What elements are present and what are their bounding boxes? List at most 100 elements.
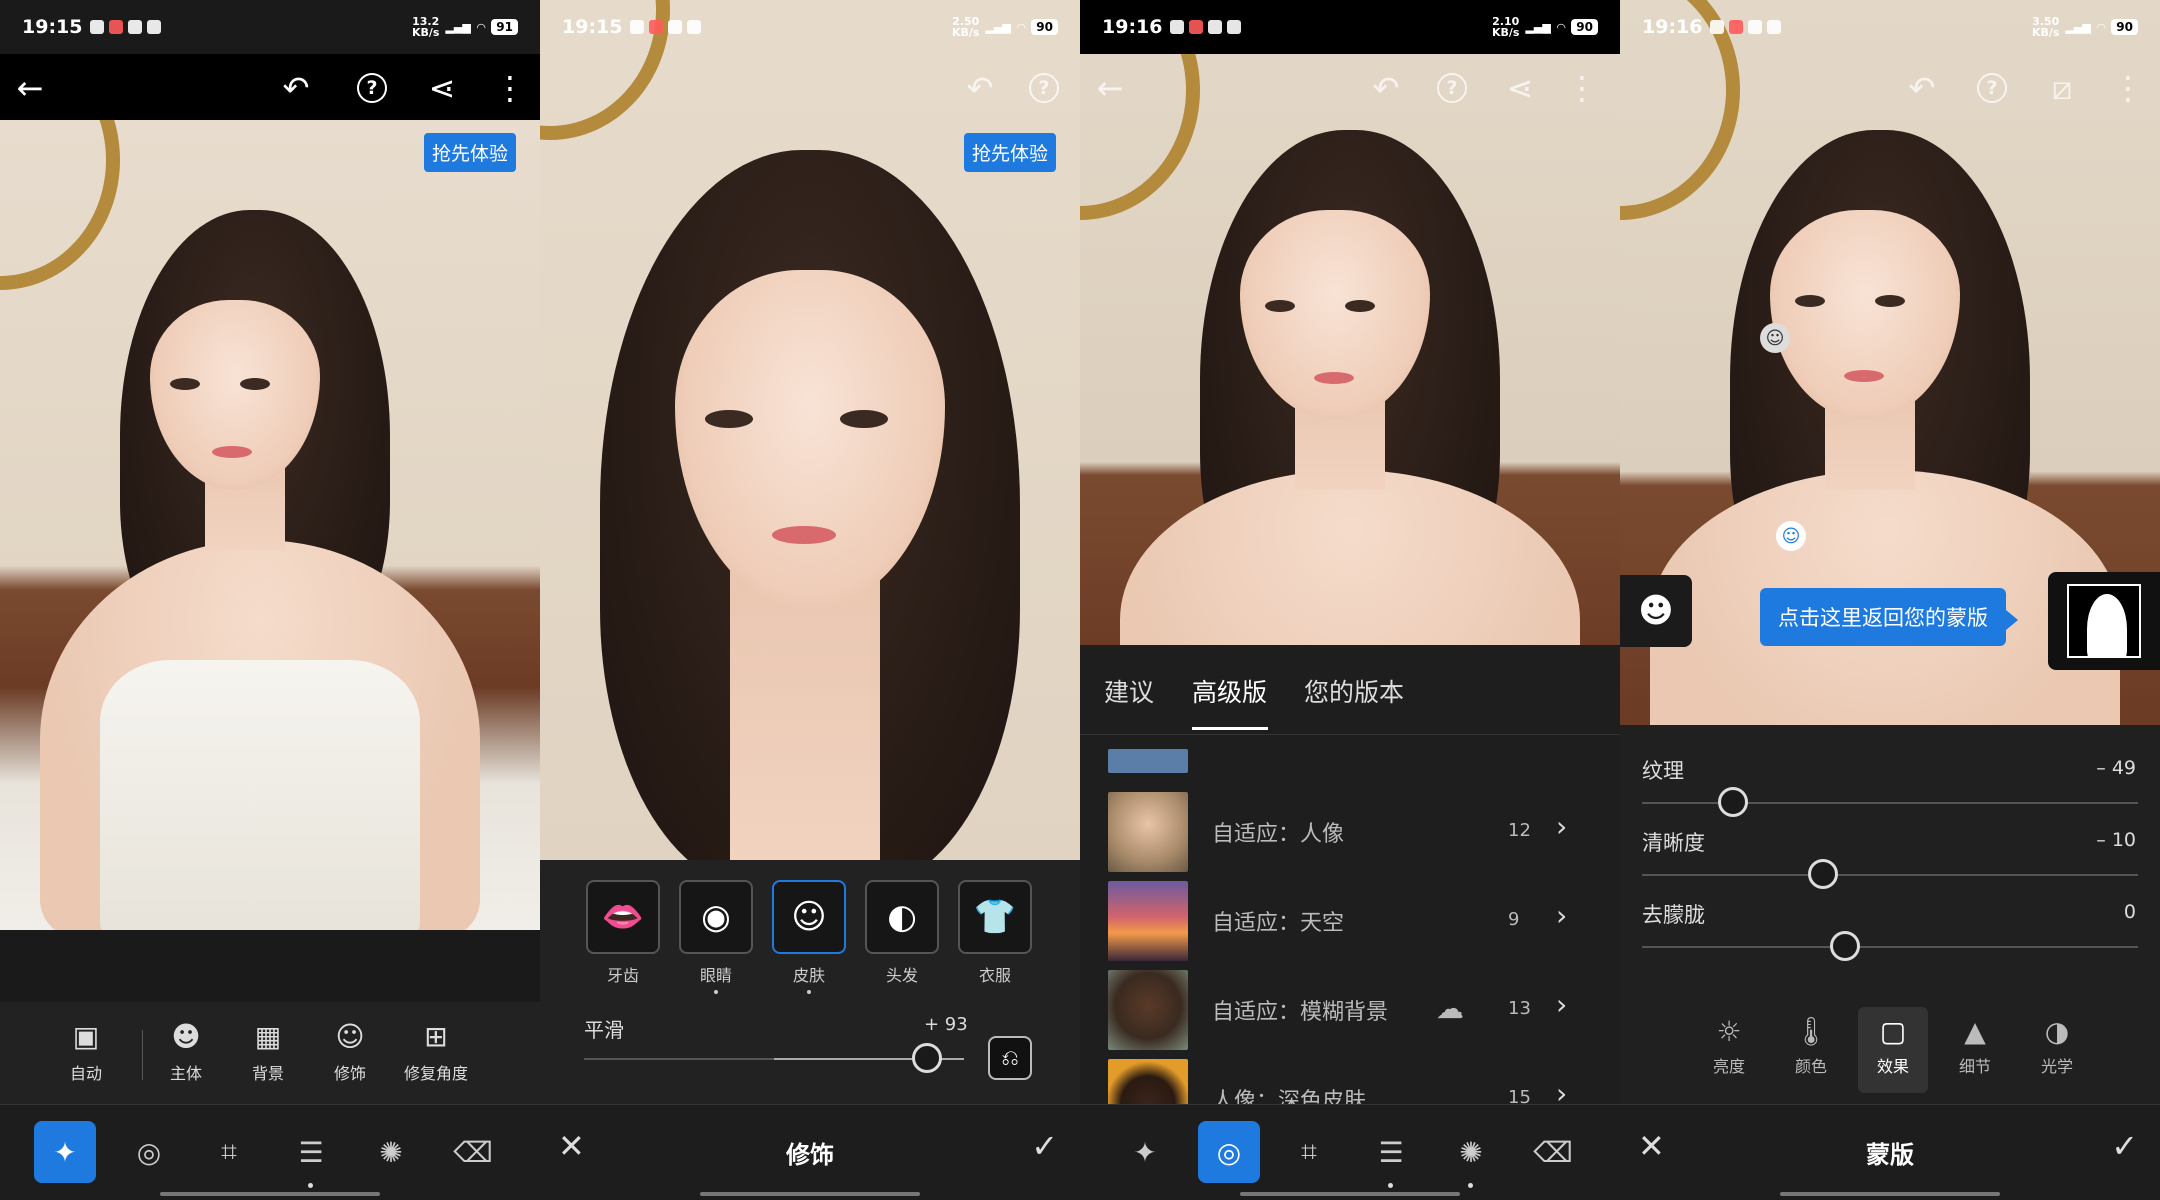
preset-adaptive-sky[interactable]: 自适应：天空 9 › — [1080, 877, 1620, 965]
help-icon[interactable]: ? — [1022, 66, 1066, 110]
nav-indicator-dot — [1468, 1183, 1473, 1188]
more-options-icon[interactable]: ⋮ — [488, 66, 532, 110]
feature-eyes[interactable]: ◉ 眼睛 — [679, 880, 753, 994]
photo-canvas[interactable] — [0, 120, 540, 930]
undo-icon[interactable]: ↶ — [1900, 66, 1944, 110]
help-icon[interactable]: ? — [1430, 66, 1474, 110]
list-item-partial — [1080, 749, 1620, 773]
dehaze-slider-track[interactable] — [1642, 946, 2138, 948]
subtool-auto[interactable]: ▣ 自动 — [70, 1020, 102, 1084]
category-effects[interactable]: ▢ 效果 — [1858, 1007, 1928, 1093]
crop-icon[interactable]: ⌗ — [1278, 1121, 1340, 1183]
screenshot-strip: 19:15 13.2 KB/s ▂▄▆ ◠ 91 ← ↶ ? ⋖ ⋮ 抢先体验 … — [0, 0, 2160, 1200]
mask-pin-icon[interactable]: ☺ — [1760, 323, 1790, 353]
mask-adjust-panel: 纹理 – 49 清晰度 – 10 去朦胧 0 ☼ 亮度 🌡 颜色 ▢ 效果 ▲ … — [1620, 725, 2160, 1105]
reset-icon[interactable]: ⎌ — [988, 1036, 1032, 1080]
person-pin-icon[interactable]: ☺ — [1776, 521, 1806, 551]
feature-label: 皮肤 — [792, 966, 825, 985]
early-access-button[interactable]: 抢先体验 — [963, 133, 1056, 172]
feature-hair[interactable]: ◐ 头发 — [865, 880, 939, 986]
mask-icon[interactable]: ✺ — [1440, 1121, 1502, 1183]
category-detail[interactable]: ▲ 细节 — [1940, 1015, 2010, 1077]
share-icon[interactable]: ⋖ — [420, 66, 464, 110]
undo-icon[interactable]: ↶ — [1364, 66, 1408, 110]
preset-portrait-dark-skin[interactable]: 人像：深色皮肤 15 › — [1080, 1055, 1620, 1105]
divider — [142, 1030, 143, 1080]
status-time: 19:15 — [22, 16, 83, 38]
smooth-slider-knob[interactable] — [912, 1043, 942, 1073]
feature-skin[interactable]: ☺ 皮肤 — [772, 880, 846, 994]
message-icon — [687, 20, 702, 34]
clarity-slider-knob[interactable] — [1808, 859, 1838, 889]
tab-suggested[interactable]: 建议 — [1104, 673, 1154, 709]
confirm-check-icon[interactable]: ✓ — [2111, 1127, 2138, 1165]
undo-icon[interactable]: ↶ — [274, 66, 318, 110]
left-eye — [705, 410, 753, 428]
subtool-background[interactable]: ▦ 背景 — [252, 1020, 284, 1084]
category-label: 颜色 — [1794, 1057, 1827, 1076]
presets-icon[interactable]: ◎ — [1198, 1121, 1260, 1183]
early-access-button[interactable]: 抢先体验 — [423, 133, 516, 172]
dress — [100, 660, 420, 930]
preset-adaptive-portrait[interactable]: 自适应：人像 12 › — [1080, 788, 1620, 876]
category-optics[interactable]: ◑ 光学 — [2022, 1015, 2092, 1077]
texture-slider-track[interactable] — [1642, 802, 2138, 804]
status-time: 19:16 — [1102, 16, 1163, 38]
texture-slider-knob[interactable] — [1718, 787, 1748, 817]
subtool-label: 主体 — [170, 1064, 203, 1083]
eraser-icon[interactable]: ⌫ — [1522, 1121, 1584, 1183]
preset-name: 人像：深色皮肤 — [1212, 1089, 1367, 1105]
add-person-mask-icon[interactable]: ☻ — [1620, 575, 1692, 647]
feature-label: 头发 — [885, 966, 918, 985]
right-eye — [1875, 295, 1905, 307]
magic-wand-icon[interactable]: ✦ — [34, 1121, 96, 1183]
app-notification-icon — [1729, 20, 1744, 34]
adjust-sliders-icon[interactable]: ☰ — [1360, 1121, 1422, 1183]
subject-icon: ☻ — [171, 1020, 201, 1053]
wifi-icon: ◠ — [1556, 20, 1566, 34]
confirm-check-icon[interactable]: ✓ — [1031, 1127, 1058, 1165]
presets-icon[interactable]: ◎ — [118, 1121, 180, 1183]
eraser-icon[interactable]: ⌫ — [442, 1121, 504, 1183]
subject-silhouette — [2087, 594, 2127, 656]
retouch-face-icon: ☺ — [335, 1020, 365, 1053]
more-options-icon[interactable]: ⋮ — [2106, 66, 2150, 110]
help-icon[interactable]: ? — [350, 66, 394, 110]
panel-retouch: 19:15 2.50 KB/s ▂▄▆ ◠ 90 ↶ ? 抢先体验 👄 牙齿 ◉ — [540, 0, 1080, 1200]
photo-canvas[interactable] — [540, 0, 1080, 860]
tab-your-versions[interactable]: 您的版本 — [1304, 673, 1404, 709]
status-time: 19:15 — [562, 16, 623, 38]
mask-overlay-toggle-icon[interactable]: ⧄ — [2040, 66, 2084, 110]
back-arrow-icon[interactable]: ← — [8, 66, 52, 110]
subtool-subject[interactable]: ☻ 主体 — [170, 1020, 202, 1084]
help-icon[interactable]: ? — [1970, 66, 2014, 110]
subtool-perspective[interactable]: ⊞ 修复角度 — [404, 1020, 468, 1084]
preset-adaptive-blur-bg[interactable]: 自适应：模糊背景 ☁ 13 › — [1080, 966, 1620, 1054]
signal-icon: ▂▄▆ — [985, 20, 1011, 34]
detail-icon: ▲ — [1964, 1015, 1986, 1048]
preset-name: 自适应：天空 — [1212, 911, 1345, 936]
magic-wand-icon[interactable]: ✦ — [1114, 1121, 1176, 1183]
mask-tooltip: 点击这里返回您的蒙版 — [1760, 588, 2018, 646]
crop-icon[interactable]: ⌗ — [198, 1121, 260, 1183]
texture-value: – 49 — [2096, 757, 2136, 779]
back-arrow-icon[interactable]: ← — [1088, 66, 1132, 110]
mask-thumbnail[interactable] — [2048, 572, 2160, 670]
undo-icon[interactable]: ↶ — [958, 66, 1002, 110]
category-light[interactable]: ☼ 亮度 — [1694, 1015, 1764, 1077]
dehaze-slider-knob[interactable] — [1830, 931, 1860, 961]
adjust-sliders-icon[interactable]: ☰ — [280, 1121, 342, 1183]
share-icon[interactable]: ⋖ — [1498, 66, 1542, 110]
network-speed: 2.50 KB/s — [951, 15, 980, 39]
tab-premium[interactable]: 高级版 — [1192, 673, 1267, 709]
preset-count: 15 — [1508, 1087, 1531, 1105]
more-options-icon[interactable]: ⋮ — [1560, 66, 1604, 110]
category-color[interactable]: 🌡 颜色 — [1776, 1015, 1846, 1077]
mask-icon[interactable]: ✺ — [360, 1121, 422, 1183]
feature-teeth[interactable]: 👄 牙齿 — [586, 880, 660, 986]
clarity-slider-track[interactable] — [1642, 874, 2138, 876]
smooth-slider-track[interactable] — [584, 1058, 964, 1060]
subtool-retouch[interactable]: ☺ 修饰 — [334, 1020, 366, 1084]
feature-clothes[interactable]: 👕 衣服 — [958, 880, 1032, 986]
clarity-label: 清晰度 — [1642, 831, 1705, 855]
